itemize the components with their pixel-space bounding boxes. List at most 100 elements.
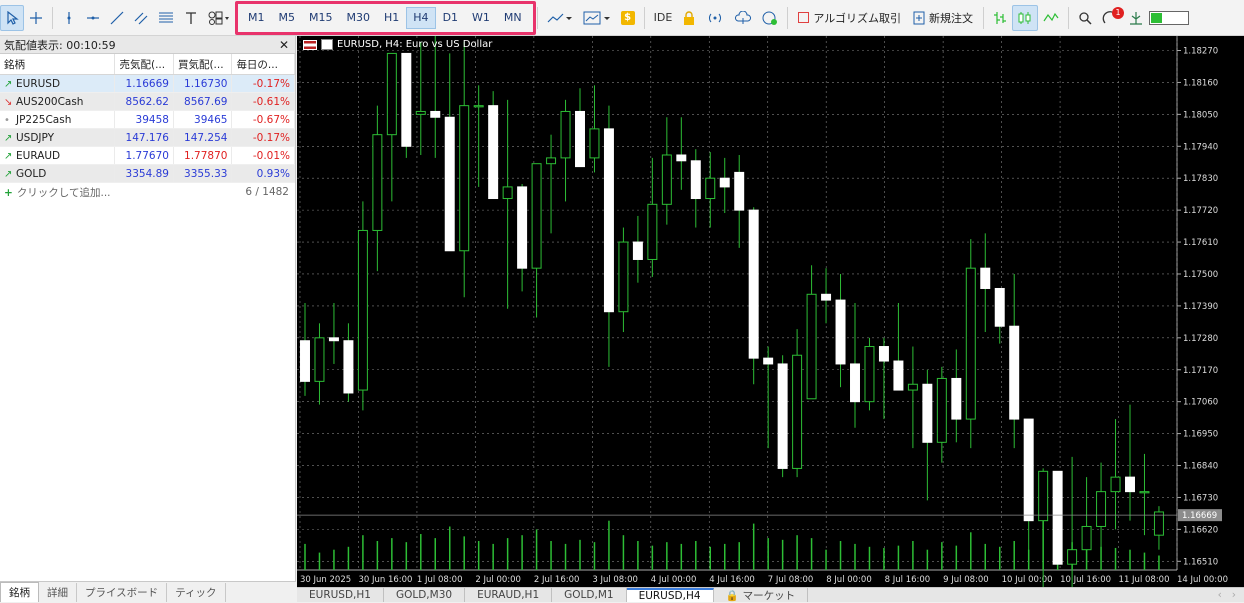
x-tick-label: 30 Jun 2025 [300, 575, 351, 585]
candle-body [546, 157, 557, 165]
chart-tab-gold-m1[interactable]: GOLD,M1 [552, 588, 627, 602]
chart-tab-eurusd-h4[interactable]: EURUSD,H4 [626, 588, 714, 602]
candle-body [719, 177, 730, 188]
candle-body [1052, 470, 1063, 565]
horizontal-line-icon[interactable] [81, 5, 105, 31]
chevron-right-icon[interactable]: › [1232, 589, 1236, 601]
chart-tab-gold-m30[interactable]: GOLD,M30 [384, 588, 466, 602]
candle-body [459, 105, 470, 252]
tab-ticks[interactable]: ティック [167, 583, 226, 602]
crosshair-icon[interactable] [24, 5, 48, 31]
y-tick-label: 1.18160 [1183, 78, 1218, 88]
chart-tabs: EURUSD,H1 GOLD,M30 EURAUD,H1 GOLD,M1 EUR… [297, 587, 1244, 602]
table-row[interactable]: ↗ EURAUD 1.77670 1.77870 -0.01% [0, 146, 295, 165]
lock-icon[interactable] [677, 5, 701, 31]
new-order-button[interactable]: 新規注文 [907, 5, 979, 31]
close-icon[interactable]: ✕ [279, 38, 289, 52]
market-watch-tabs: 銘柄 詳細 プライスボード ティック [0, 581, 296, 602]
x-tick-label: 7 Jul 08:00 [768, 575, 814, 585]
timeframe-m30[interactable]: M30 [340, 7, 378, 29]
price-chart[interactable]: 1.18270 1.18160 1.18050 1.17940 1.17830 1.177… [297, 36, 1244, 587]
candle-body [936, 377, 947, 443]
symbol-count: 6 / 1482 [245, 186, 289, 198]
candle-body [444, 116, 455, 252]
daily-change: -0.61% [231, 92, 295, 111]
tab-symbols[interactable]: 銘柄 [0, 582, 39, 602]
candle-body [632, 241, 643, 260]
timeframe-h4[interactable]: H4 [406, 6, 436, 29]
vertical-line-icon[interactable] [57, 5, 81, 31]
indicators-icon[interactable] [542, 5, 578, 31]
candlestick-icon[interactable] [1011, 4, 1038, 31]
chart-area[interactable]: 1.18270 1.18160 1.18050 1.17940 1.17830 1.177… [297, 36, 1244, 587]
cursor-icon[interactable] [0, 4, 24, 31]
text-tool-icon[interactable] [179, 5, 203, 31]
add-symbol-row[interactable]: + クリックして追加... 6 / 1482 [0, 183, 295, 201]
timeframe-m1[interactable]: M1 [241, 7, 272, 29]
signal-strength-icon[interactable] [1123, 5, 1149, 31]
candle-body [806, 293, 817, 400]
trendline-icon[interactable] [105, 5, 129, 31]
ask-price: 3355.33 [173, 164, 233, 183]
candle-body [357, 229, 368, 391]
candle-body [575, 110, 585, 168]
column-header-bid[interactable]: 売気配(... [114, 54, 174, 75]
fibonacci-icon[interactable] [153, 5, 179, 31]
column-header-change[interactable]: 毎日の... [231, 54, 295, 75]
candle-body [893, 360, 904, 391]
market-tab-label: マーケット [742, 589, 796, 602]
chart-tab-eurusd-h1[interactable]: EURUSD,H1 [297, 588, 384, 602]
vps-icon[interactable] [757, 5, 783, 31]
candle-body [372, 134, 383, 231]
trend-up-icon: ↗ [4, 168, 13, 180]
candle-body [1038, 470, 1049, 522]
daily-change: -0.17% [231, 74, 295, 93]
candle-body [661, 154, 672, 205]
timeframe-h1[interactable]: H1 [377, 7, 406, 29]
cloud-icon[interactable] [729, 5, 757, 31]
channel-icon[interactable] [129, 5, 153, 31]
tab-details[interactable]: 詳細 [39, 583, 77, 602]
tab-price-board[interactable]: プライスボード [77, 583, 168, 602]
y-tick-label: 1.17390 [1183, 302, 1218, 312]
ide-button[interactable]: IDE [649, 5, 678, 31]
table-row[interactable]: • JP225Cash 39458 39465 -0.67% [0, 110, 295, 129]
notifications-icon[interactable]: 1 [1097, 5, 1124, 31]
chart-header: EURUSD, H4: Euro vs US Dollar [303, 39, 492, 50]
line-chart-icon[interactable] [1038, 5, 1064, 31]
table-row[interactable]: ↗ EURUSD 1.16669 1.16730 -0.17% [0, 74, 295, 93]
shapes-icon[interactable] [203, 5, 235, 31]
chart-tab-market[interactable]: 🔒 マーケット [714, 588, 809, 602]
timeframe-w1[interactable]: W1 [465, 7, 497, 29]
column-header-ask[interactable]: 買気配(... [173, 54, 233, 75]
x-tick-label: 2 Jul 00:00 [475, 575, 521, 585]
timeframe-mn[interactable]: MN [497, 7, 529, 29]
symbol-name: GOLD [16, 167, 47, 180]
table-row[interactable]: ↘ AUS200Cash 8562.62 8567.69 -0.61% [0, 92, 295, 111]
algo-stop-icon [798, 12, 810, 23]
flag-icon [303, 39, 317, 50]
bar-chart-icon[interactable] [988, 5, 1012, 31]
x-tick-label: 14 Jul 00:00 [1177, 575, 1228, 585]
table-row[interactable]: ↗ GOLD 3354.89 3355.33 0.93% [0, 164, 295, 183]
timeframe-m5[interactable]: M5 [272, 7, 303, 29]
algo-trading-button[interactable]: アルゴリズム取引 [792, 5, 907, 31]
x-tick-label: 9 Jul 08:00 [943, 575, 989, 585]
column-header-symbol[interactable]: 銘柄 [0, 54, 116, 75]
x-tick-label: 4 Jul 00:00 [651, 575, 697, 585]
chart-tab-euraud-h1[interactable]: EURAUD,H1 [465, 588, 553, 602]
candle-body [907, 383, 918, 391]
bid-price: 3354.89 [114, 164, 174, 183]
timeframe-m15[interactable]: M15 [302, 7, 340, 29]
candle-body [502, 186, 513, 200]
chevron-left-icon[interactable]: ‹ [1218, 589, 1222, 601]
templates-icon[interactable] [578, 5, 616, 31]
table-row[interactable]: ↗ USDJPY 147.176 147.254 -0.17% [0, 128, 295, 147]
timeframe-d1[interactable]: D1 [436, 7, 465, 29]
candle-body [922, 383, 933, 443]
dollar-icon[interactable]: $ [616, 5, 640, 31]
y-tick-label: 1.18270 [1183, 47, 1218, 57]
x-tick-label: 10 Jul 00:00 [1002, 575, 1053, 585]
signal-icon[interactable] [701, 5, 729, 31]
search-icon[interactable] [1073, 5, 1097, 31]
